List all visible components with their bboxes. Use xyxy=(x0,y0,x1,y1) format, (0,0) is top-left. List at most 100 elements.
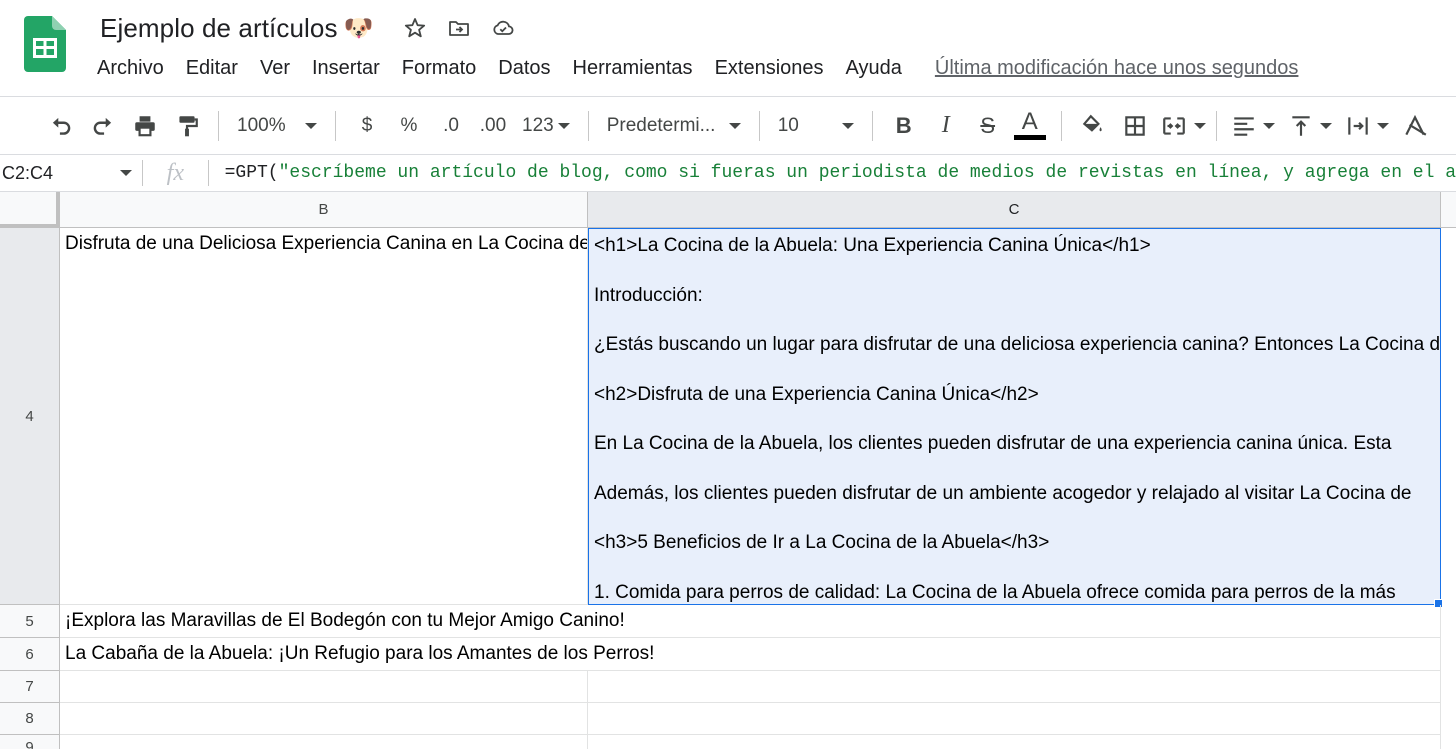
toolbar: 100% $ % .0 .00 123 Predetermi... 10 B I… xyxy=(0,96,1456,154)
c4-line: <h3>5 Beneficios de Ir a La Cocina de la… xyxy=(594,532,1050,553)
vertical-align-icon[interactable] xyxy=(1287,108,1315,144)
menu-formato[interactable]: Formato xyxy=(391,54,487,83)
title-emoji: 🐶 xyxy=(343,14,374,42)
cloud-saved-icon[interactable] xyxy=(488,13,518,43)
c4-line: Introducción: xyxy=(594,284,703,306)
horizontal-align-icon[interactable] xyxy=(1230,108,1258,144)
fx-icon: fx xyxy=(166,159,184,186)
percent-format-button[interactable]: % xyxy=(391,108,427,144)
borders-icon[interactable] xyxy=(1117,108,1153,144)
italic-button[interactable]: I xyxy=(928,108,964,144)
font-family-value: Predetermi... xyxy=(606,114,716,136)
font-size-select[interactable]: 10 xyxy=(770,108,862,144)
row-header-9[interactable]: 9 xyxy=(0,735,60,749)
menu-archivo[interactable]: Archivo xyxy=(86,54,175,83)
more-formats-label: 123 xyxy=(522,114,554,136)
chevron-down-icon xyxy=(728,122,741,129)
last-edit-link[interactable]: Última modificación hace unos segundos xyxy=(935,54,1299,83)
row-header-4[interactable]: 4 xyxy=(0,228,60,605)
column-header-d[interactable] xyxy=(1441,192,1456,228)
chevron-down-icon xyxy=(557,122,570,129)
sheets-logo-icon[interactable] xyxy=(24,16,66,72)
more-formats-select[interactable]: 123 xyxy=(514,108,578,144)
toolbar-divider xyxy=(587,110,589,141)
cell-b8[interactable] xyxy=(60,703,588,735)
font-size-value: 10 xyxy=(777,114,799,136)
name-box-value: C2:C4 xyxy=(2,162,54,183)
fill-color-icon[interactable] xyxy=(1075,108,1111,144)
cell-b6[interactable]: La Cabaña de la Abuela: ¡Un Refugio para… xyxy=(60,638,654,671)
column-header-c[interactable]: C xyxy=(588,192,1441,228)
c4-line: Además, los clientes pueden disfrutar de… xyxy=(594,482,1412,504)
undo-icon[interactable] xyxy=(43,108,79,144)
font-family-select[interactable]: Predetermi... xyxy=(599,108,749,144)
cell-c5[interactable] xyxy=(588,605,1441,638)
document-title[interactable]: Ejemplo de artículos xyxy=(100,13,338,44)
paint-format-icon[interactable] xyxy=(169,108,205,144)
formula-string: "escríbeme un artículo de blog, como si … xyxy=(278,163,1456,183)
spreadsheet-grid: B C 4 5 6 7 8 9 Disfruta de una Delicios… xyxy=(0,192,1456,749)
toolbar-divider xyxy=(1215,110,1217,141)
cell-b4[interactable]: Disfruta de una Deliciosa Experiencia Ca… xyxy=(60,228,588,605)
column-header-b[interactable]: B xyxy=(60,192,588,228)
chevron-down-icon xyxy=(120,170,133,176)
menu-ver[interactable]: Ver xyxy=(249,54,301,83)
zoom-value: 100% xyxy=(237,114,286,136)
formula-function: =GPT( xyxy=(224,163,279,183)
redo-icon[interactable] xyxy=(85,108,121,144)
menu-datos[interactable]: Datos xyxy=(487,54,561,83)
formula-input[interactable]: =GPT("escríbeme un artículo de blog, com… xyxy=(209,163,1456,183)
chevron-down-icon[interactable] xyxy=(1376,122,1389,129)
text-color-button[interactable]: A xyxy=(1012,108,1048,144)
cell-b7[interactable] xyxy=(60,671,588,703)
row-header-5[interactable]: 5 xyxy=(0,605,60,638)
menu-extensiones[interactable]: Extensiones xyxy=(704,54,835,83)
cell-c7[interactable] xyxy=(588,671,1441,703)
star-icon[interactable] xyxy=(400,13,430,43)
cell-c8[interactable] xyxy=(588,703,1441,735)
text-color-letter: A xyxy=(1021,108,1038,135)
menu-ayuda[interactable]: Ayuda xyxy=(835,54,913,83)
cell-c4-selected[interactable]: <h1>La Cocina de la Abuela: Una Experien… xyxy=(588,228,1441,605)
text-color-swatch xyxy=(1013,135,1046,140)
text-wrapping-icon[interactable] xyxy=(1344,108,1372,144)
row-header-7[interactable]: 7 xyxy=(0,671,60,703)
select-all-corner[interactable] xyxy=(0,192,60,228)
toolbar-divider xyxy=(871,110,873,141)
move-to-folder-icon[interactable] xyxy=(444,13,474,43)
chevron-down-icon[interactable] xyxy=(1262,122,1275,129)
c4-line: <h1>La Cocina de la Abuela: Una Experien… xyxy=(594,235,1151,256)
chevron-down-icon[interactable] xyxy=(1319,122,1332,129)
name-box[interactable]: C2:C4 xyxy=(0,155,142,191)
toolbar-divider xyxy=(758,110,760,141)
app-header: Ejemplo de artículos 🐶 Archivo Editar Ve… xyxy=(0,0,1456,96)
bold-button[interactable]: B xyxy=(886,108,922,144)
chevron-down-icon[interactable] xyxy=(1193,122,1206,129)
menu-bar: Archivo Editar Ver Insertar Formato Dato… xyxy=(86,52,1298,84)
decrease-decimals-button[interactable]: .0 xyxy=(433,108,469,144)
cell-b9[interactable] xyxy=(60,735,588,749)
formula-bar: C2:C4 fx =GPT("escríbeme un artículo de … xyxy=(0,154,1456,192)
merge-cells-icon[interactable] xyxy=(1159,108,1189,144)
cell-c6[interactable] xyxy=(588,638,1441,671)
row-header-6[interactable]: 6 xyxy=(0,638,60,671)
chevron-down-icon xyxy=(305,122,317,129)
title-row: Ejemplo de artículos 🐶 xyxy=(100,10,518,46)
row-header-8[interactable]: 8 xyxy=(0,703,60,735)
currency-format-button[interactable]: $ xyxy=(349,108,385,144)
increase-decimals-button[interactable]: .00 xyxy=(475,108,511,144)
menu-editar[interactable]: Editar xyxy=(175,54,249,83)
text-rotation-icon[interactable] xyxy=(1401,108,1429,144)
print-icon[interactable] xyxy=(127,108,163,144)
toolbar-divider xyxy=(1060,110,1062,141)
toolbar-divider xyxy=(335,110,336,141)
cell-c9[interactable] xyxy=(588,735,1441,749)
c4-line: ¿Estás buscando un lugar para disfrutar … xyxy=(594,334,1441,355)
zoom-select[interactable]: 100% xyxy=(229,108,325,144)
menu-herramientas[interactable]: Herramientas xyxy=(562,54,704,83)
c4-line: <h2>Disfruta de una Experiencia Canina Ú… xyxy=(594,383,1039,405)
strikethrough-button[interactable]: S xyxy=(970,108,1006,144)
menu-insertar[interactable]: Insertar xyxy=(301,54,391,83)
cell-b5[interactable]: ¡Explora las Maravillas de El Bodegón co… xyxy=(60,605,625,638)
toolbar-divider xyxy=(218,110,219,141)
